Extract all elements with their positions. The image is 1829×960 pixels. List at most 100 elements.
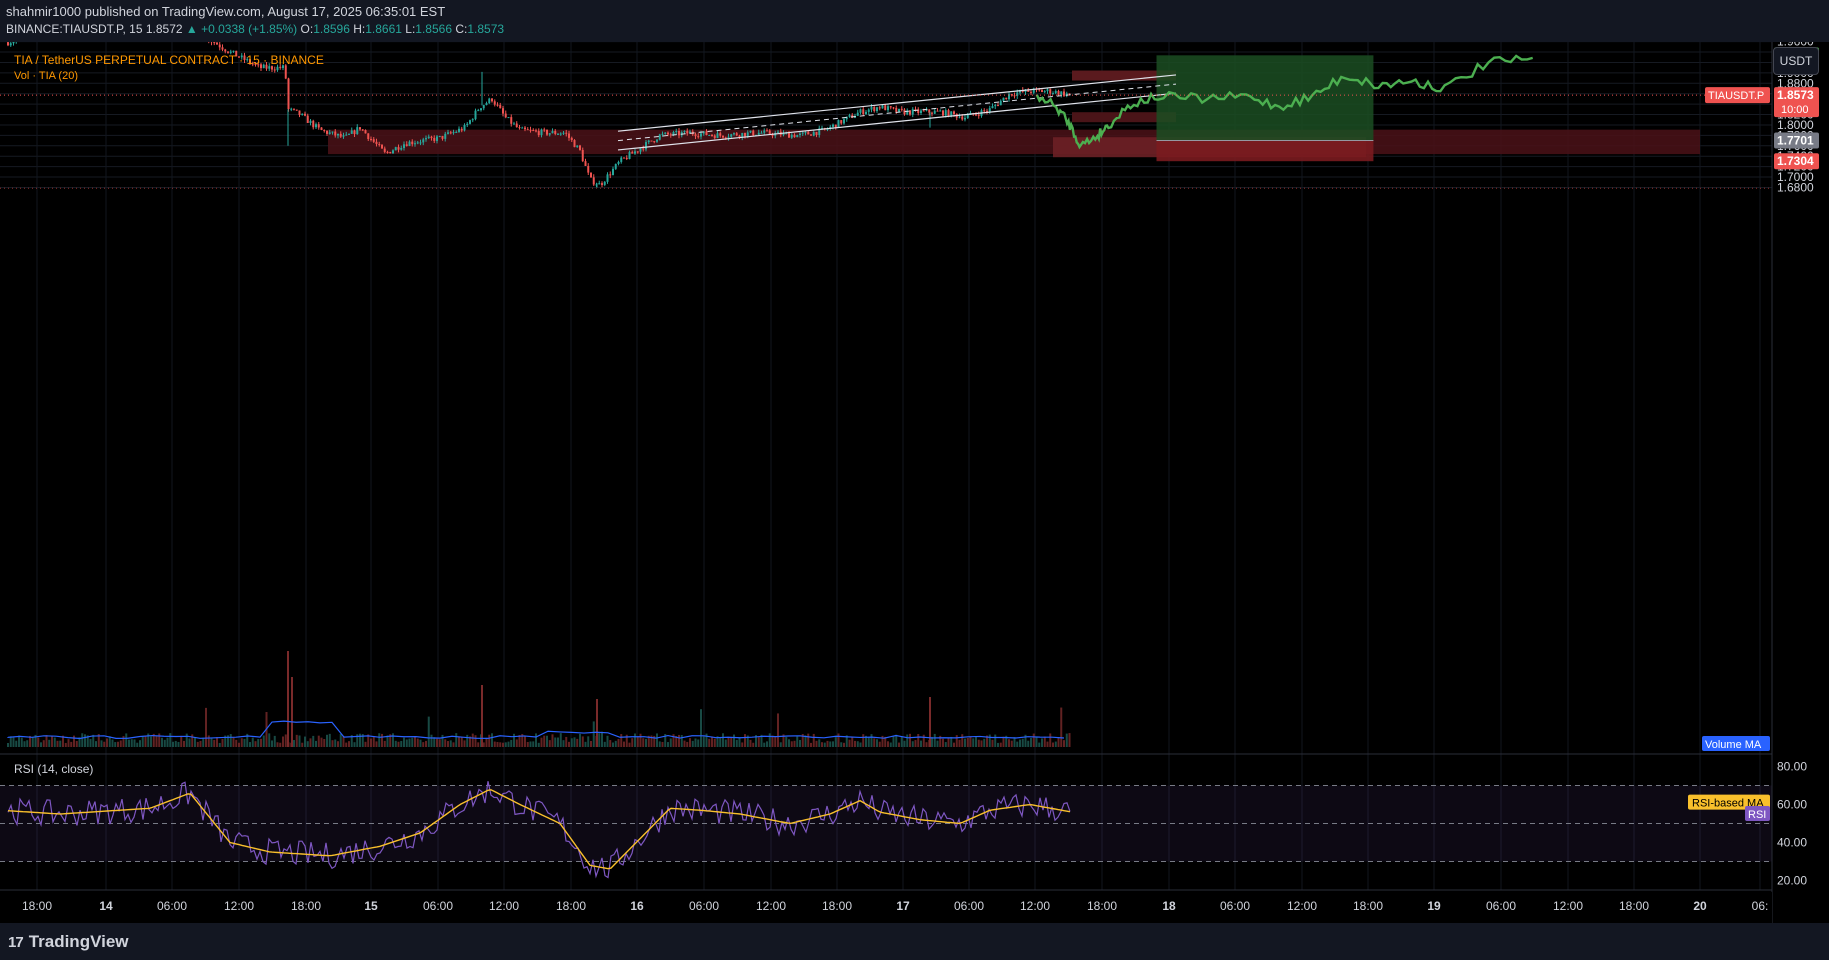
candle-body [741,132,744,138]
volume-bar [117,741,119,747]
volume-bar [680,735,683,747]
time-tick-label: 15 [364,899,378,913]
volume-bar [1054,741,1057,747]
volume-bar [1019,739,1021,747]
chart-header: shahmir1000 published on TradingView.com… [0,0,1829,42]
candle-body [383,148,386,152]
candle-body [331,131,334,133]
candle-body [1041,90,1043,93]
time-tick-label: 20 [1693,899,1707,913]
currency-button[interactable]: USDT [1773,47,1819,75]
volume-bar [81,733,84,747]
volume-bar [925,742,928,747]
volume-bar [697,739,700,747]
candle-body [988,108,991,112]
candle-body [312,120,315,128]
volume-bar [331,740,334,747]
volume-bar [1057,738,1060,747]
candle-body [529,129,532,131]
volume-bar [906,734,909,747]
volume-bar [766,741,768,747]
candle-body [623,157,625,159]
volume-bar [724,739,727,747]
volume-bar [202,737,205,747]
candle-body [216,42,218,45]
chart-canvas[interactable]: 1.98001.96001.94001.92001.90001.88001.86… [0,42,1829,923]
candle-body [540,129,543,136]
volume-ma-tag: Volume MA [1705,739,1762,751]
volume-bar [832,741,834,747]
volume-bar [194,737,196,747]
candle-body [975,114,977,116]
candle-body [876,107,878,112]
volume-bar [345,742,348,747]
candle-body [997,105,999,107]
volume-bar [713,738,716,747]
time-tick-label: 06: [1752,899,1769,913]
volume-bar [513,733,515,747]
volume-bar [859,742,862,747]
volume-bar [185,733,188,747]
candle-body [213,42,216,44]
candle-body [1054,91,1057,94]
volume-bar [216,737,218,747]
candle-body [295,109,298,111]
volume-bar [887,741,889,747]
candle-body [304,113,306,116]
volume-bar [658,741,661,747]
candle-body [463,125,466,131]
volume-bar [433,737,436,747]
demand-zone [328,129,1700,155]
volume-bar [491,733,493,747]
volume-bar [430,734,433,747]
volume-bar [623,741,625,747]
volume-bar [229,734,232,747]
candle-body [414,143,416,145]
candle-body [768,130,771,135]
volume-bar [56,740,59,747]
volume-bar [565,736,568,747]
candle-body [345,134,348,136]
volume-bar [774,736,777,747]
volume-bar [851,737,854,747]
volume-bar [40,742,42,747]
symbol-name[interactable]: BINANCE:TIAUSDT.P, 15 [6,22,143,36]
volume-bar [614,740,617,747]
volume-bar [922,734,925,747]
chart-title-legend[interactable]: TIA / TetherUS PERPETUAL CONTRACT · 15 ·… [14,53,324,67]
volume-bar [598,733,601,747]
volume-bar [892,736,895,747]
candle-body [724,137,727,139]
candle-body [328,132,331,134]
volume-bar [862,734,865,747]
volume-legend[interactable]: Vol · TIA (20) [14,70,78,82]
candle-body [1057,91,1060,95]
volume-bar [768,733,771,747]
time-tick-label: 06:00 [423,899,453,913]
low-label: L: [405,22,416,36]
volume-bar [416,738,419,747]
volume-bar [392,733,394,747]
candle-body [810,134,812,136]
candle-body [832,124,834,127]
rsi-title: RSI (14, close) [14,762,93,776]
volume-bar [75,740,78,747]
volume-bar [53,737,56,747]
candle-body [966,114,969,118]
volume-bar [48,739,51,747]
candle-body [865,111,867,115]
candle-body [931,112,933,114]
volume-bar [108,736,111,747]
tradingview-brand: TradingView [28,932,129,951]
candle-body [713,135,716,138]
time-tick-label: 14 [99,899,113,913]
candle-body [870,106,873,110]
candle-body [452,132,455,134]
tradingview-logo[interactable]: 17 TradingView [8,932,129,952]
candle-body [535,130,537,132]
candle-body [565,132,568,134]
volume-bar [810,742,812,747]
volume-bar [493,741,496,747]
candle-body [466,123,469,126]
candle-body [700,133,702,137]
